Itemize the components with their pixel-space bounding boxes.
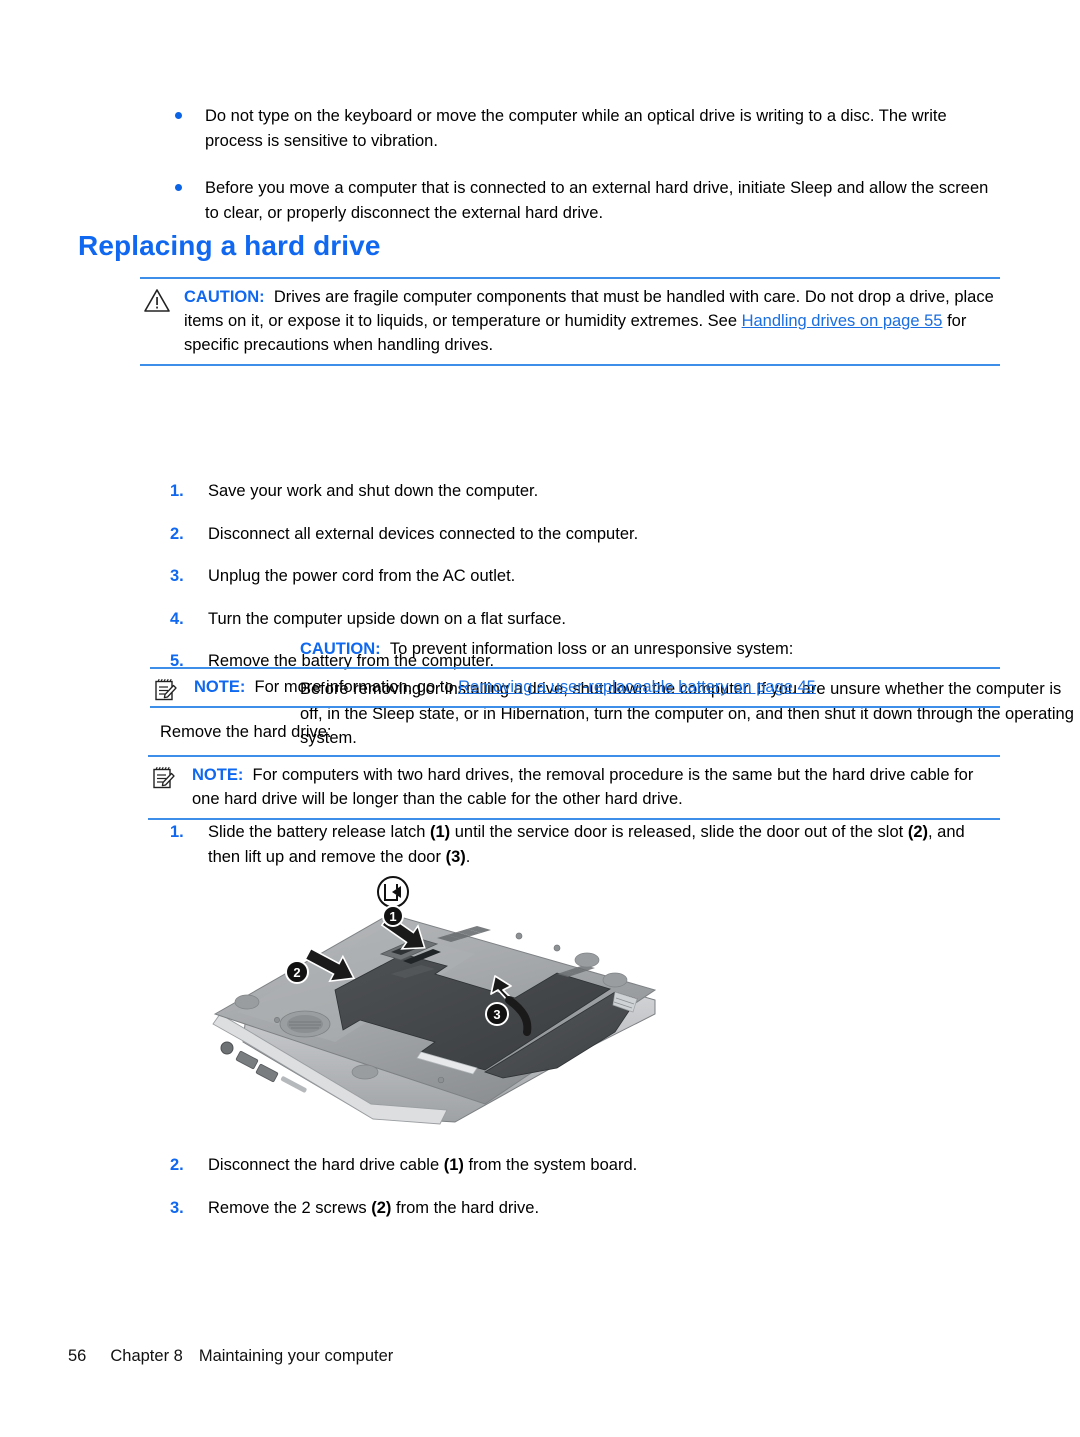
list-item: 1. Slide the battery release latch (1) u… [160,820,990,869]
shutdown-steps-list: 1. Save your work and shut down the comp… [160,479,980,692]
step-number: 1. [170,823,184,841]
step-number: 4. [170,609,184,628]
link-removing-battery[interactable]: Removing a user-replaceable battery on p… [458,678,816,696]
list-item: 3. Remove the 2 screws (2) from the hard… [160,1196,990,1221]
caution-body: CAUTION: Drives are fragile computer comp… [140,285,1000,357]
callout-number-3: 3 [485,1002,509,1026]
link-handling-drives[interactable]: Handling drives on page 55 [742,312,943,330]
footer-chapter: Chapter 8 [110,1347,183,1365]
callout-number-1: 1 [382,905,404,927]
step-text: Disconnect all external devices connecte… [208,524,639,543]
step-text: Remove the 2 screws (2) from the hard dr… [208,1198,540,1217]
step-number: 3. [170,1198,184,1217]
svg-text:2: 2 [293,965,300,980]
bullet-text: Before you move a computer that is conne… [205,179,989,222]
bullet-text: Do not type on the keyboard or move the … [205,107,947,150]
note-block-battery: NOTE: For more information, go to Removin… [150,667,1000,708]
step-number: 2. [170,524,184,543]
note-text: For computers with two hard drives, the … [192,766,974,808]
note-label: NOTE: [192,766,244,784]
bullet-dot-icon [175,184,182,191]
notepad-pencil-icon [150,765,180,791]
step-number: 2. [170,1156,184,1174]
bullet-dot-icon [175,112,182,119]
footer-page-number: 56 [68,1347,87,1365]
svg-text:1: 1 [389,909,396,924]
step-text: Disconnect the hard drive cable (1) from… [208,1156,638,1174]
list-item: 2. Disconnect the hard drive cable (1) f… [160,1153,990,1178]
note-label: NOTE: [194,678,246,696]
callout-number-2: 2 [285,960,309,984]
step-text: Slide the battery release latch (1) unti… [208,823,965,866]
list-item: 1. Save your work and shut down the comp… [160,479,980,504]
battery-release-latch-icon [377,876,409,908]
note-text-2: . [815,678,821,696]
list-item: 3. Unplug the power cord from the AC out… [160,564,980,589]
note-body: NOTE: For computers with two hard drives,… [148,763,1000,811]
step-text: Save your work and shut down the compute… [208,482,539,500]
step-text: Unplug the power cord from the AC outlet… [208,567,516,585]
precautions-bullet-list: Do not type on the keyboard or move the … [160,104,998,248]
laptop-bottom-service-door-illustration: 1 2 3 [185,872,685,1147]
caution-block-handling-drives: CAUTION: Drives are fragile computer comp… [140,277,1074,747]
disconnect-steps-list: 2. Disconnect the hard drive cable (1) f… [160,1153,990,1238]
list-item: Before you move a computer that is conne… [160,176,998,226]
footer-title: Maintaining your computer [198,1347,394,1365]
page-title: Replacing a hard drive [78,230,381,261]
remove-hard-drive-lead-in: Remove the hard drive: [160,723,332,741]
step-number: 3. [170,567,184,585]
notepad-pencil-icon [152,677,182,703]
svg-text:3: 3 [493,1007,500,1022]
note-text-1: For more information, go to [254,678,459,696]
document-page: Do not type on the keyboard or move the … [0,0,1080,1437]
list-item: 4. Turn the computer upside down on a fl… [160,607,980,632]
warning-triangle-icon [142,287,172,313]
caution-label: CAUTION: [184,288,265,306]
note-block-two-hard-drives: NOTE: For computers with two hard drives,… [148,755,1000,820]
step-number: 1. [170,482,184,500]
note-body: NOTE: For more information, go to Removin… [150,675,1000,701]
step-text: Turn the computer upside down on a flat … [208,609,567,628]
page-footer: 56 Chapter 8 Maintaining your computer [68,1347,393,1366]
list-item: Do not type on the keyboard or move the … [160,104,998,154]
list-item: 2. Disconnect all external devices conne… [160,522,980,547]
